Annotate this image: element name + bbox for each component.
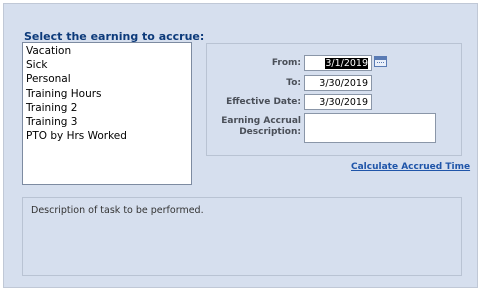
accrual-description-label-line2: Description: (239, 127, 301, 137)
task-description-text: Description of task to be performed. (31, 205, 204, 216)
to-label: To: (286, 78, 301, 88)
from-label: From: (271, 58, 301, 68)
earnings-listbox[interactable]: Vacation Sick Personal Training Hours Tr… (22, 42, 192, 185)
list-item[interactable]: Training 3 (26, 115, 188, 129)
list-item[interactable]: Training 2 (26, 101, 188, 115)
list-item[interactable]: PTO by Hrs Worked (26, 129, 188, 143)
accrual-description-label-line1: Earning Accrual (221, 116, 301, 126)
accrual-description-field[interactable] (304, 113, 436, 143)
to-date-field[interactable]: 3/30/2019 (304, 75, 372, 91)
calculate-accrued-time-link[interactable]: Calculate Accrued Time (351, 162, 470, 172)
from-date-field[interactable]: 3/1/2019 (304, 55, 372, 71)
calendar-icon[interactable] (374, 56, 387, 67)
list-item[interactable]: Training Hours (26, 87, 188, 101)
list-item[interactable]: Sick (26, 58, 188, 72)
list-item[interactable]: Vacation (26, 44, 188, 58)
list-item[interactable]: Personal (26, 72, 188, 86)
from-date-selected-text: 3/1/2019 (325, 58, 368, 69)
effective-date-field[interactable]: 3/30/2019 (304, 94, 372, 110)
effective-date-label: Effective Date: (226, 97, 301, 107)
